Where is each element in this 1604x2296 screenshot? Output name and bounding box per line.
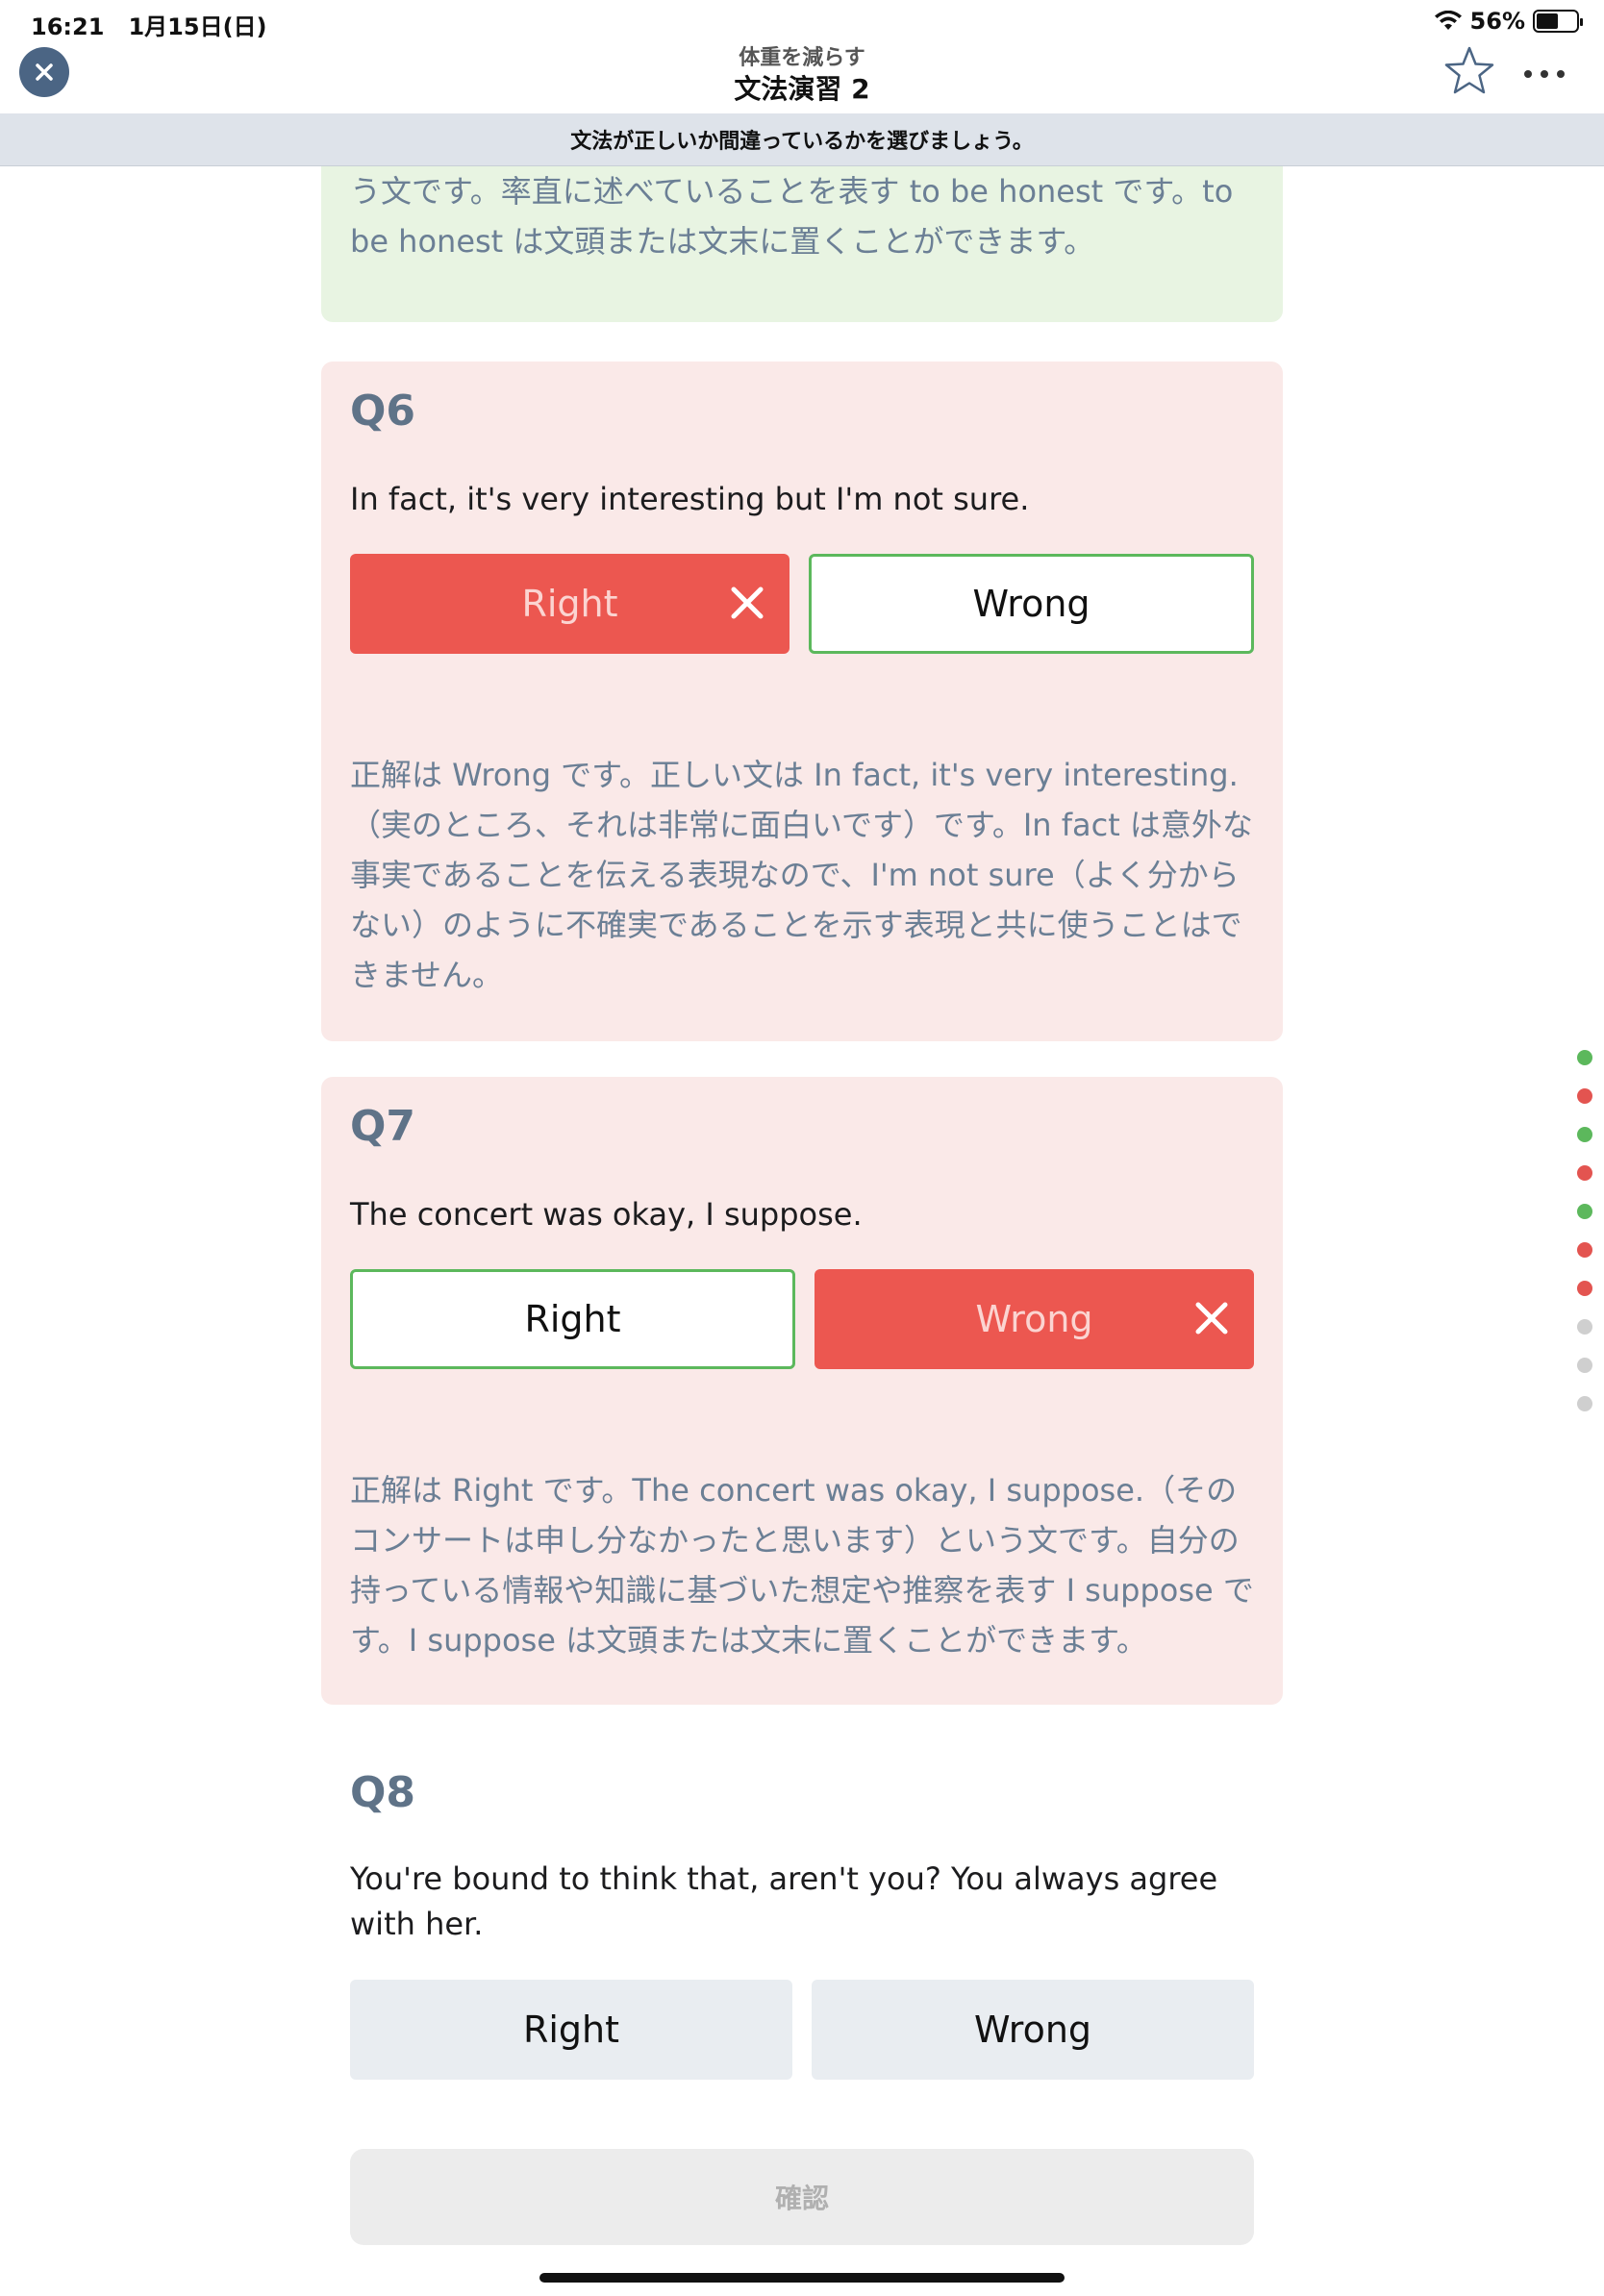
question-sentence: The concert was okay, I suppose. [350, 1196, 863, 1233]
question-number: Q7 [350, 1102, 416, 1151]
incorrect-x-icon [731, 586, 764, 619]
progress-dot-incorrect[interactable] [1577, 1088, 1592, 1104]
more-options-button[interactable] [1517, 60, 1571, 88]
progress-dot-unanswered[interactable] [1577, 1358, 1592, 1373]
question-number: Q8 [350, 1768, 416, 1817]
battery-fill [1537, 13, 1559, 29]
clock: 16:21 [31, 13, 105, 40]
right-button[interactable]: Right [350, 554, 789, 654]
question-sentence: You're bound to think that, aren't you? … [350, 1860, 1218, 1942]
progress-dot-incorrect[interactable] [1577, 1281, 1592, 1296]
wrong-button-label: Wrong [975, 1298, 1093, 1340]
incorrect-x-icon [1195, 1302, 1228, 1335]
wrong-button[interactable]: Wrong [809, 554, 1254, 654]
wrong-button[interactable]: Wrong [812, 1980, 1254, 2080]
answer-buttons: Right Wrong [350, 1269, 1254, 1369]
confirm-button[interactable]: 確認 [350, 2149, 1254, 2245]
instruction-banner: 文法が正しいか間違っているかを選びましょう。 [0, 113, 1604, 166]
status-indicators: 56% [1434, 8, 1583, 35]
status-time: 16:21 1月15日(日) [31, 8, 267, 41]
progress-dot-correct[interactable] [1577, 1050, 1592, 1065]
favorite-button[interactable] [1442, 44, 1496, 98]
right-button[interactable]: Right [350, 1269, 795, 1369]
explanation-text: 正解は Right です。The concert was okay, I sup… [350, 1472, 1254, 1659]
explanation-text: 正解は Wrong です。正しい文は In fact, it's very in… [350, 757, 1253, 993]
explanation-text: う文です。率直に述べていることを表す to be honest です。to be… [350, 173, 1234, 260]
wifi-icon [1434, 11, 1462, 30]
answer-buttons: Right Wrong [350, 1980, 1254, 2080]
right-button-label: Right [524, 1298, 621, 1340]
wrong-button-label: Wrong [972, 583, 1090, 625]
progress-dot-unanswered[interactable] [1577, 1319, 1592, 1335]
right-button-label: Right [522, 2009, 620, 2051]
close-button[interactable] [19, 47, 69, 97]
battery-icon [1533, 10, 1583, 33]
question-card-q7: Q7 The concert was okay, I suppose. Righ… [321, 1077, 1283, 1705]
star-icon [1444, 46, 1494, 94]
right-button[interactable]: Right [350, 1980, 792, 2080]
question-card-q5: う文です。率直に述べていることを表す to be honest です。to be… [321, 166, 1283, 322]
progress-dot-incorrect[interactable] [1577, 1242, 1592, 1258]
nav-titles: 体重を減らす 文法演習 2 [0, 44, 1604, 106]
wrong-button[interactable]: Wrong [815, 1269, 1254, 1369]
home-indicator [539, 2273, 1065, 2283]
nav-subtitle: 体重を減らす [739, 46, 865, 70]
page-title: 文法演習 2 [734, 73, 870, 105]
date: 1月15日(日) [128, 13, 267, 40]
status-bar: 16:21 1月15日(日) 56% [0, 0, 1604, 44]
question-sentence: In fact, it's very interesting but I'm n… [350, 481, 1030, 517]
wrong-button-label: Wrong [973, 2009, 1092, 2051]
progress-indicator [1577, 1050, 1592, 1435]
answer-buttons: Right Wrong [350, 554, 1254, 654]
question-card-q6: Q6 In fact, it's very interesting but I'… [321, 362, 1283, 1041]
progress-dot-unanswered[interactable] [1577, 1396, 1592, 1411]
question-list[interactable]: う文です。率直に述べていることを表す to be honest です。to be… [0, 166, 1604, 2296]
right-button-label: Right [521, 583, 618, 625]
nav-bar: 体重を減らす 文法演習 2 [0, 44, 1604, 113]
progress-dot-incorrect[interactable] [1577, 1165, 1592, 1181]
close-icon [36, 63, 53, 81]
ellipsis-icon [1524, 70, 1532, 78]
battery-percent: 56% [1469, 8, 1525, 35]
progress-dot-correct[interactable] [1577, 1204, 1592, 1219]
question-number: Q6 [350, 387, 416, 436]
progress-dot-correct[interactable] [1577, 1127, 1592, 1142]
